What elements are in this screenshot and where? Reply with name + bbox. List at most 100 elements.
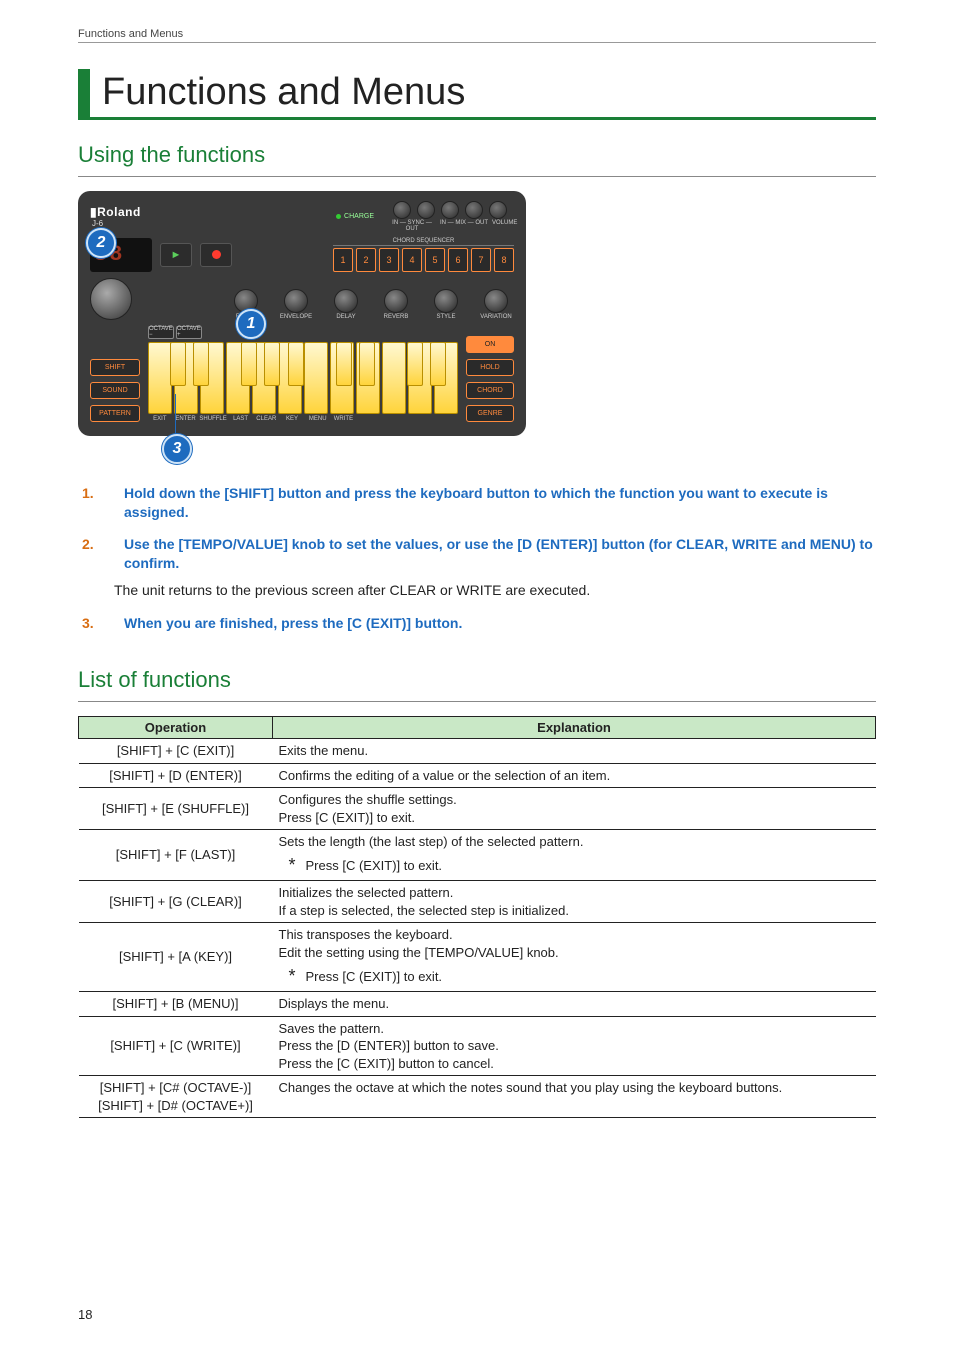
key-bottom-label: WRITE (332, 416, 356, 422)
tempo-value-knob (90, 278, 132, 320)
explanation-cell: Sets the length (the last step) of the s… (273, 830, 876, 881)
sequencer-step: 7 (471, 248, 491, 272)
model-label: J-6 (92, 219, 141, 228)
table-row: [SHIFT] + [C# (OCTAVE-)][SHIFT] + [D# (O… (79, 1076, 876, 1118)
running-header: Functions and Menus (78, 28, 876, 43)
th-operation: Operation (79, 717, 273, 739)
white-key (174, 342, 198, 414)
page-number: 18 (78, 1307, 92, 1322)
key-bottom-label: LAST (229, 416, 253, 422)
functions-table: Operation Explanation [SHIFT] + [C (EXIT… (78, 716, 876, 1118)
white-key (200, 342, 224, 414)
io-label-volume: VOLUME (492, 220, 514, 232)
instruction-step: When you are finished, press the [C (EXI… (78, 614, 876, 633)
key-bottom-label: CLEAR (254, 416, 278, 422)
key-bottom-label (357, 416, 381, 422)
step-badge-2: 2 (86, 228, 116, 258)
mix-out-jack (465, 201, 483, 219)
table-row: [SHIFT] + [D (ENTER)]Confirms the editin… (79, 763, 876, 788)
op-cell: [SHIFT] + [D (ENTER)] (79, 763, 273, 788)
explanation-cell: Exits the menu. (273, 739, 876, 764)
table-row: [SHIFT] + [C (EXIT)]Exits the menu. (79, 739, 876, 764)
genre-button: GENRE (466, 405, 514, 422)
knob-variation: VARIATION (478, 289, 514, 320)
steps-list: Hold down the [SHIFT] button and press t… (78, 484, 876, 633)
play-icon: ► (171, 249, 182, 261)
sequencer-step: 5 (425, 248, 445, 272)
white-key (252, 342, 276, 414)
th-explanation: Explanation (273, 717, 876, 739)
knob-delay: DELAY (328, 289, 364, 320)
sync-out-jack (417, 201, 435, 219)
white-key (382, 342, 406, 414)
op-cell: [SHIFT] + [G (CLEAR)] (79, 881, 273, 923)
explanation-cell: Initializes the selected pattern.If a st… (273, 881, 876, 923)
white-key (226, 342, 250, 414)
hold-button: HOLD (466, 359, 514, 376)
chord-sequencer-label: CHORD SEQUENCER (333, 238, 514, 246)
step-badge-1: 1 (236, 309, 266, 339)
explanation-cell: Configures the shuffle settings.Press [C… (273, 788, 876, 830)
table-row: [SHIFT] + [B (MENU)]Displays the menu. (79, 992, 876, 1017)
op-cell: [SHIFT] + [B (MENU)] (79, 992, 273, 1017)
op-cell: [SHIFT] + [C (EXIT)] (79, 739, 273, 764)
white-key (408, 342, 432, 414)
page-title-wrap: Functions and Menus (78, 69, 876, 120)
sequencer-step: 8 (494, 248, 514, 272)
sequencer-step: 3 (379, 248, 399, 272)
step-badge-3-leader (175, 394, 176, 434)
white-key (278, 342, 302, 414)
sound-button: SOUND (90, 382, 140, 399)
pattern-button: PATTERN (90, 405, 140, 422)
table-row: [SHIFT] + [G (CLEAR)]Initializes the sel… (79, 881, 876, 923)
knob-style: STYLE (428, 289, 464, 320)
octave-down-button: OCTAVE − (148, 326, 174, 339)
io-label-sync: IN — SYNC — OUT (388, 220, 436, 232)
io-label-mix: IN — MIX — OUT (440, 220, 488, 232)
section-divider (78, 176, 876, 177)
key-bottom-label: ENTER (174, 416, 198, 422)
sequencer-step: 6 (448, 248, 468, 272)
key-bottom-label: SHUFFLE (199, 416, 226, 422)
volume-knob (489, 201, 507, 219)
key-bottom-label (434, 416, 458, 422)
op-cell: [SHIFT] + [F (LAST)] (79, 830, 273, 881)
table-row: [SHIFT] + [A (KEY)]This transposes the k… (79, 923, 876, 992)
section-divider (78, 701, 876, 702)
step-badge-3: 3 (162, 434, 192, 464)
section-using-heading: Using the functions (78, 142, 876, 168)
white-key (148, 342, 172, 414)
key-bottom-label (383, 416, 407, 422)
white-key (434, 342, 458, 414)
on-button: ON (466, 336, 514, 353)
shift-button: SHIFT (90, 359, 140, 376)
explanation-cell: Displays the menu. (273, 992, 876, 1017)
sequencer-step: 4 (402, 248, 422, 272)
sequencer-step: 2 (356, 248, 376, 272)
key-bottom-label: KEY (280, 416, 304, 422)
knob-reverb: REVERB (378, 289, 414, 320)
table-row: [SHIFT] + [E (SHUFFLE)]Configures the sh… (79, 788, 876, 830)
mix-in-jack (441, 201, 459, 219)
explanation-cell: Changes the octave at which the notes so… (273, 1076, 876, 1118)
record-icon (212, 250, 221, 259)
play-button: ► (160, 243, 192, 267)
white-key (356, 342, 380, 414)
device-figure: 2 1 ▮Roland J-6 CHARGE (78, 191, 526, 464)
white-key (304, 342, 328, 414)
key-bottom-label: MENU (306, 416, 330, 422)
sync-in-jack (393, 201, 411, 219)
knob-envelope: ENVELOPE (278, 289, 314, 320)
sequencer-step: 1 (333, 248, 353, 272)
key-bottom-label (409, 416, 433, 422)
section-list-heading: List of functions (78, 667, 876, 693)
op-cell: [SHIFT] + [E (SHUFFLE)] (79, 788, 273, 830)
explanation-cell: This transposes the keyboard.Edit the se… (273, 923, 876, 992)
record-button (200, 243, 232, 267)
octave-up-button: OCTAVE + (176, 326, 202, 339)
page-title: Functions and Menus (102, 71, 876, 115)
brand-label: ▮Roland (90, 205, 141, 219)
chord-button: CHORD (466, 382, 514, 399)
table-row: [SHIFT] + [F (LAST)]Sets the length (the… (79, 830, 876, 881)
instruction-step: Use the [TEMPO/VALUE] knob to set the va… (78, 535, 876, 600)
